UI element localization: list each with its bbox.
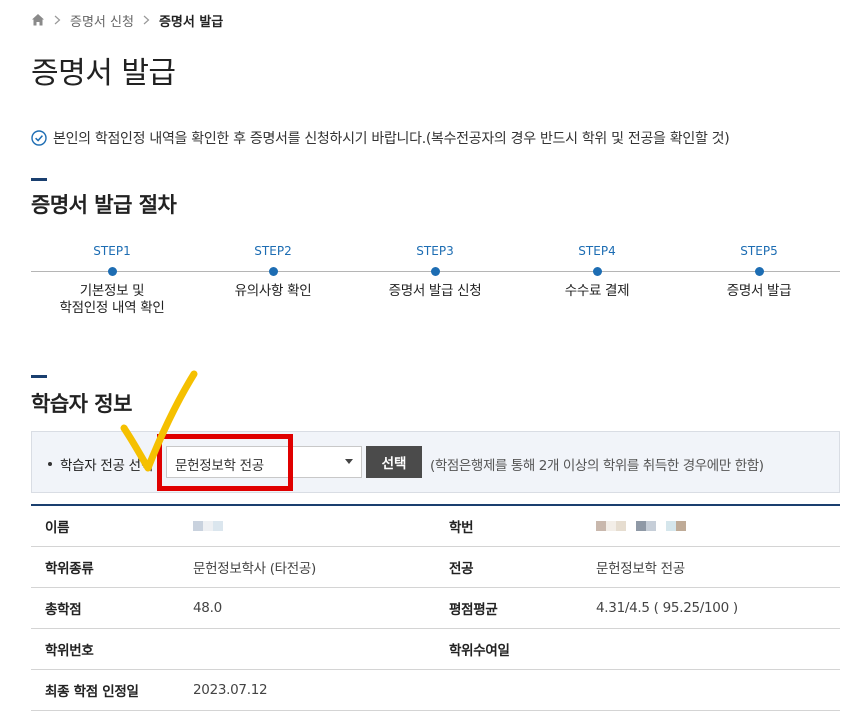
gpa-label: 평점평균 bbox=[435, 587, 582, 629]
final-date-value: 2023.07.12 bbox=[178, 669, 435, 711]
degree-no-label: 학위번호 bbox=[31, 628, 178, 670]
degree-no-value bbox=[178, 628, 435, 670]
section-accent-bar bbox=[31, 178, 47, 181]
step-dot bbox=[107, 267, 117, 276]
empty-cell bbox=[582, 669, 840, 711]
step-label: 증명서 발급 bbox=[726, 283, 792, 299]
select-button[interactable]: 선택 bbox=[366, 446, 422, 478]
breadcrumb: 증명서 신청 증명서 발급 bbox=[31, 11, 224, 30]
step-3: STEP3 증명서 발급 신청 bbox=[355, 240, 515, 300]
degree-type-label: 학위종류 bbox=[31, 546, 178, 588]
name-value bbox=[178, 505, 435, 547]
home-icon[interactable] bbox=[31, 13, 45, 27]
name-label: 이름 bbox=[31, 505, 178, 547]
chevron-right-icon bbox=[143, 15, 150, 25]
step-dot bbox=[268, 267, 278, 276]
page-title: 증명서 발급 bbox=[31, 56, 176, 91]
select-hint: (학점은행제를 통해 2개 이상의 학위를 취득한 경우에만 한함) bbox=[430, 458, 764, 474]
step-4: STEP4 수수료 결제 bbox=[517, 240, 677, 300]
learner-info-table: 이름 학번 학위종류 문헌정보학사 (타전공) 전공 문헌정보학 전공 총학점 … bbox=[31, 504, 840, 711]
learner-info-title: 학습자 정보 bbox=[31, 392, 132, 416]
step-dot bbox=[592, 267, 602, 276]
step-1: STEP1 기본정보 및 학점인정 내역 확인 bbox=[32, 240, 192, 317]
step-label: 수수료 결제 bbox=[564, 283, 630, 299]
empty-cell bbox=[435, 669, 582, 711]
step-number: STEP3 bbox=[416, 244, 454, 258]
redacted-value bbox=[193, 520, 223, 531]
bullet-icon bbox=[48, 462, 52, 466]
gpa-value: 4.31/4.5 ( 95.25/100 ) bbox=[582, 587, 840, 629]
student-no-value bbox=[582, 505, 840, 547]
step-number: STEP5 bbox=[740, 244, 778, 258]
table-row: 총학점 48.0 평점평균 4.31/4.5 ( 95.25/100 ) bbox=[31, 587, 840, 629]
final-date-label: 최종 학점 인정일 bbox=[31, 669, 178, 711]
step-5: STEP5 증명서 발급 bbox=[679, 240, 839, 300]
major-select-panel: 학습자 전공 선택 문헌정보학 전공 선택 (학점은행제를 통해 2개 이상의 … bbox=[31, 431, 840, 493]
major-value: 문헌정보학 전공 bbox=[582, 546, 840, 588]
breadcrumb-link-apply[interactable]: 증명서 신청 bbox=[70, 11, 134, 30]
check-circle-icon bbox=[31, 130, 47, 146]
student-no-label: 학번 bbox=[435, 505, 582, 547]
table-row: 학위번호 학위수여일 bbox=[31, 628, 840, 670]
major-dropdown[interactable]: 문헌정보학 전공 bbox=[166, 446, 362, 478]
step-label: 증명서 발급 신청 bbox=[388, 283, 482, 299]
major-label: 전공 bbox=[435, 546, 582, 588]
breadcrumb-current: 증명서 발급 bbox=[158, 14, 224, 30]
step-2: STEP2 유의사항 확인 bbox=[193, 240, 353, 300]
step-number: STEP2 bbox=[254, 244, 292, 258]
procedure-steps: STEP1 기본정보 및 학점인정 내역 확인 STEP2 유의사항 확인 ST… bbox=[31, 240, 840, 330]
degree-type-value: 문헌정보학사 (타전공) bbox=[178, 546, 435, 588]
step-label: 유의사항 확인 bbox=[234, 283, 312, 299]
major-select-label: 학습자 전공 선택 bbox=[48, 454, 153, 474]
redacted-value bbox=[596, 520, 686, 531]
chevron-right-icon bbox=[54, 15, 61, 25]
degree-date-value bbox=[582, 628, 840, 670]
notice: 본인의 학점인정 내역을 확인한 후 증명서를 신청하시기 바랍니다.(복수전공… bbox=[31, 128, 730, 148]
table-row: 최종 학점 인정일 2023.07.12 bbox=[31, 669, 840, 711]
notice-text: 본인의 학점인정 내역을 확인한 후 증명서를 신청하시기 바랍니다.(복수전공… bbox=[53, 131, 730, 147]
step-number: STEP1 bbox=[93, 244, 131, 258]
total-credits-value: 48.0 bbox=[178, 587, 435, 629]
degree-date-label: 학위수여일 bbox=[435, 628, 582, 670]
table-row: 학위종류 문헌정보학사 (타전공) 전공 문헌정보학 전공 bbox=[31, 546, 840, 588]
step-dot bbox=[754, 267, 764, 276]
step-number: STEP4 bbox=[578, 244, 616, 258]
section-accent-bar bbox=[31, 375, 47, 378]
procedure-title: 증명서 발급 절차 bbox=[31, 193, 177, 217]
step-label: 기본정보 및 학점인정 내역 확인 bbox=[59, 283, 165, 316]
table-row: 이름 학번 bbox=[31, 505, 840, 547]
caret-down-icon bbox=[345, 459, 353, 464]
major-dropdown-value: 문헌정보학 전공 bbox=[175, 458, 264, 474]
total-credits-label: 총학점 bbox=[31, 587, 178, 629]
step-dot bbox=[430, 267, 440, 276]
